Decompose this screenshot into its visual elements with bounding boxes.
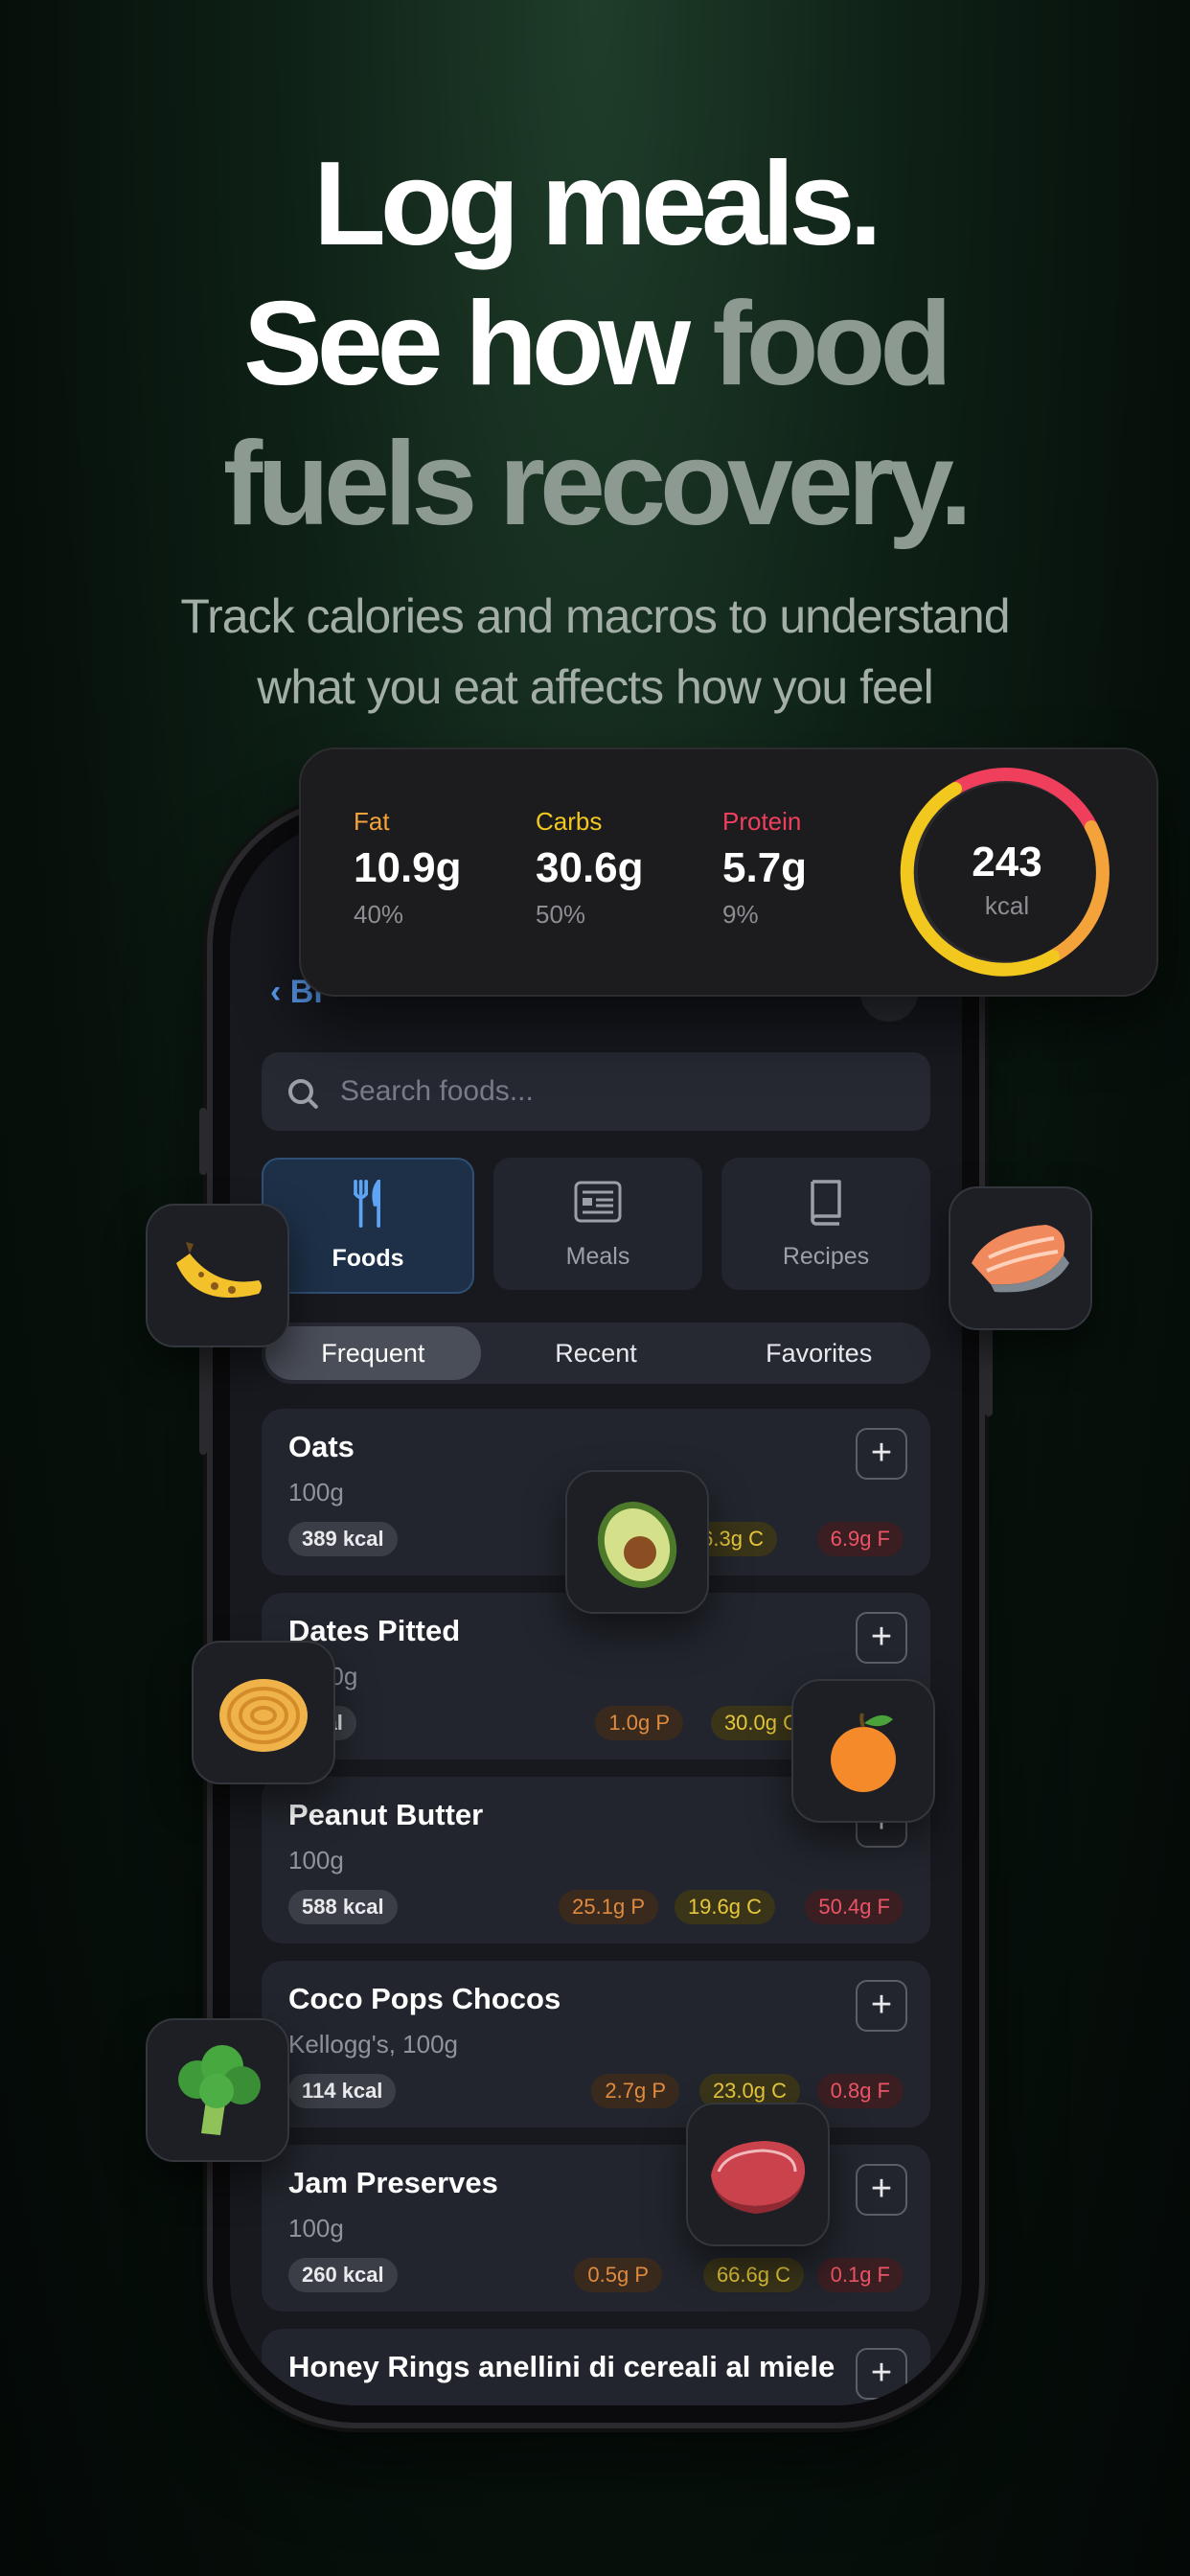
category-meals-label: Meals [565, 1242, 630, 1270]
kcal-chip: 588 kcal [288, 1890, 398, 1924]
fat-macro: Fat 10.9g 40% [354, 807, 462, 930]
category-recipes-label: Recipes [782, 1242, 870, 1270]
carbs-value: 30.6g [536, 844, 644, 891]
food-name: Coco Pops Chocos [288, 1982, 561, 2015]
macro-summary-card: Fat 10.9g 40% Carbs 30.6g 50% Protein 5.… [299, 748, 1158, 997]
book-icon [811, 1179, 841, 1226]
food-item-coco-pops[interactable]: Coco Pops Chocos Kellogg's, 100g + 114 k… [262, 1961, 930, 2128]
broccoli-tile [146, 2018, 289, 2162]
banana-icon [176, 1242, 262, 1298]
headline-line-2: See how food [0, 274, 1190, 414]
search-icon [288, 1079, 313, 1104]
avocado-tile [565, 1470, 709, 1614]
salmon-icon [972, 1225, 1069, 1293]
kcal-value: 243 [972, 839, 1041, 886]
peach-icon [831, 1713, 896, 1792]
headline-line-3: fuels recovery. [222, 418, 973, 550]
add-food-button[interactable]: + [856, 1612, 907, 1664]
protein-percent: 9% [722, 900, 759, 929]
headline-line-1: Log meals. [313, 138, 882, 270]
protein-arc [949, 768, 1098, 834]
fat-label: Fat [354, 807, 390, 836]
fat-arc [1046, 820, 1110, 963]
kcal-unit: kcal [985, 891, 1029, 920]
pasta-tile [192, 1641, 335, 1784]
fat-chip: 0.8g F [816, 2074, 904, 2108]
food-name: Oats [288, 1430, 355, 1463]
food-item-jam-preserves[interactable]: Jam Preserves 100g + 260 kcal 0.5g P 66.… [262, 2145, 930, 2312]
food-item-honey-rings[interactable]: Honey Rings anellini di cereali al miele… [262, 2329, 930, 2405]
subtitle-line-2: what you eat affects how you feel [257, 660, 933, 714]
calorie-ring: 243 kcal [900, 768, 1110, 977]
fat-chip: 50.4g F [805, 1890, 904, 1924]
carbs-label: Carbs [536, 807, 603, 836]
add-food-button[interactable]: + [856, 2348, 907, 2400]
macro-chips: 114 kcal 2.7g P 23.0g C 0.8g F [288, 2074, 904, 2108]
carbs-percent: 50% [536, 900, 586, 929]
pasta-icon [219, 1679, 308, 1752]
fat-percent: 40% [354, 900, 404, 929]
steak-icon [711, 2141, 806, 2214]
category-recipes[interactable]: Recipes [721, 1158, 930, 1290]
protein-chip: 0.5g P [574, 2258, 662, 2292]
headline-line-2-a: See how [242, 278, 713, 410]
headline-line-2-b: food [712, 278, 952, 410]
subtitle-line-1: Track calories and macros to understand [180, 589, 1010, 643]
category-foods[interactable]: Foods [262, 1158, 474, 1294]
tab-frequent[interactable]: Frequent [265, 1326, 481, 1380]
carbs-macro: Carbs 30.6g 50% [536, 807, 644, 930]
tab-favorites[interactable]: Favorites [711, 1326, 927, 1380]
category-meals[interactable]: Meals [493, 1158, 702, 1290]
search-input[interactable] [338, 1074, 898, 1109]
kcal-chip: 389 kcal [288, 1522, 398, 1556]
category-tabs: Foods Meals Recipes [262, 1158, 930, 1296]
protein-chip: 2.7g P [591, 2074, 679, 2108]
phone-side-button [199, 1108, 207, 1175]
phone-volume-down [199, 1340, 207, 1455]
filter-segmented-control: Frequent Recent Favorites [262, 1322, 930, 1384]
fat-value: 10.9g [354, 844, 462, 891]
protein-macro: Protein 5.7g 9% [722, 807, 807, 930]
fat-chip: 0.1g F [816, 2258, 904, 2292]
macro-chips: 588 kcal 25.1g P 19.6g C 50.4g F [288, 1890, 904, 1924]
fork-knife-icon [354, 1179, 380, 1228]
kcal-chip: 260 kcal [288, 2258, 398, 2292]
list-card-icon [574, 1181, 622, 1222]
carbs-chip: 66.6g C [702, 2258, 804, 2292]
carbs-chip: 19.6g C [674, 1890, 775, 1924]
protein-label: Protein [722, 807, 802, 836]
broccoli-icon [178, 2045, 261, 2135]
chevron-left-icon: ‹ [270, 974, 282, 1010]
add-food-button[interactable]: + [856, 1980, 907, 2032]
search-bar[interactable] [262, 1052, 930, 1131]
food-name: Honey Rings anellini di cereali al miele [288, 2350, 835, 2383]
banana-tile [146, 1204, 289, 1347]
subtitle: Track calories and macros to understand … [0, 581, 1190, 723]
add-food-button[interactable]: + [856, 1428, 907, 1480]
food-serving: 100g [288, 2398, 904, 2405]
hero: Log meals. See how food fuels recovery. … [0, 134, 1190, 723]
protein-chip: 1.0g P [595, 1706, 683, 1740]
food-serving: 100g [288, 1846, 344, 1874]
category-foods-label: Foods [332, 1244, 404, 1272]
protein-chip: 25.1g P [559, 1890, 658, 1924]
macro-chips: 260 kcal 0.5g P 66.6g C 0.1g F [288, 2258, 904, 2292]
food-name: Dates Pitted [288, 1614, 461, 1647]
add-food-button[interactable]: + [856, 2164, 907, 2216]
fat-chip: 6.9g F [816, 1522, 904, 1556]
avocado-icon [597, 1502, 677, 1588]
food-serving: Kellogg's, 100g [288, 2030, 458, 2058]
salmon-tile [949, 1186, 1092, 1330]
tab-recent[interactable]: Recent [489, 1326, 704, 1380]
protein-value: 5.7g [722, 844, 808, 891]
peach-tile [791, 1679, 935, 1823]
kcal-chip: 114 kcal [288, 2074, 397, 2108]
steak-tile [686, 2103, 830, 2246]
